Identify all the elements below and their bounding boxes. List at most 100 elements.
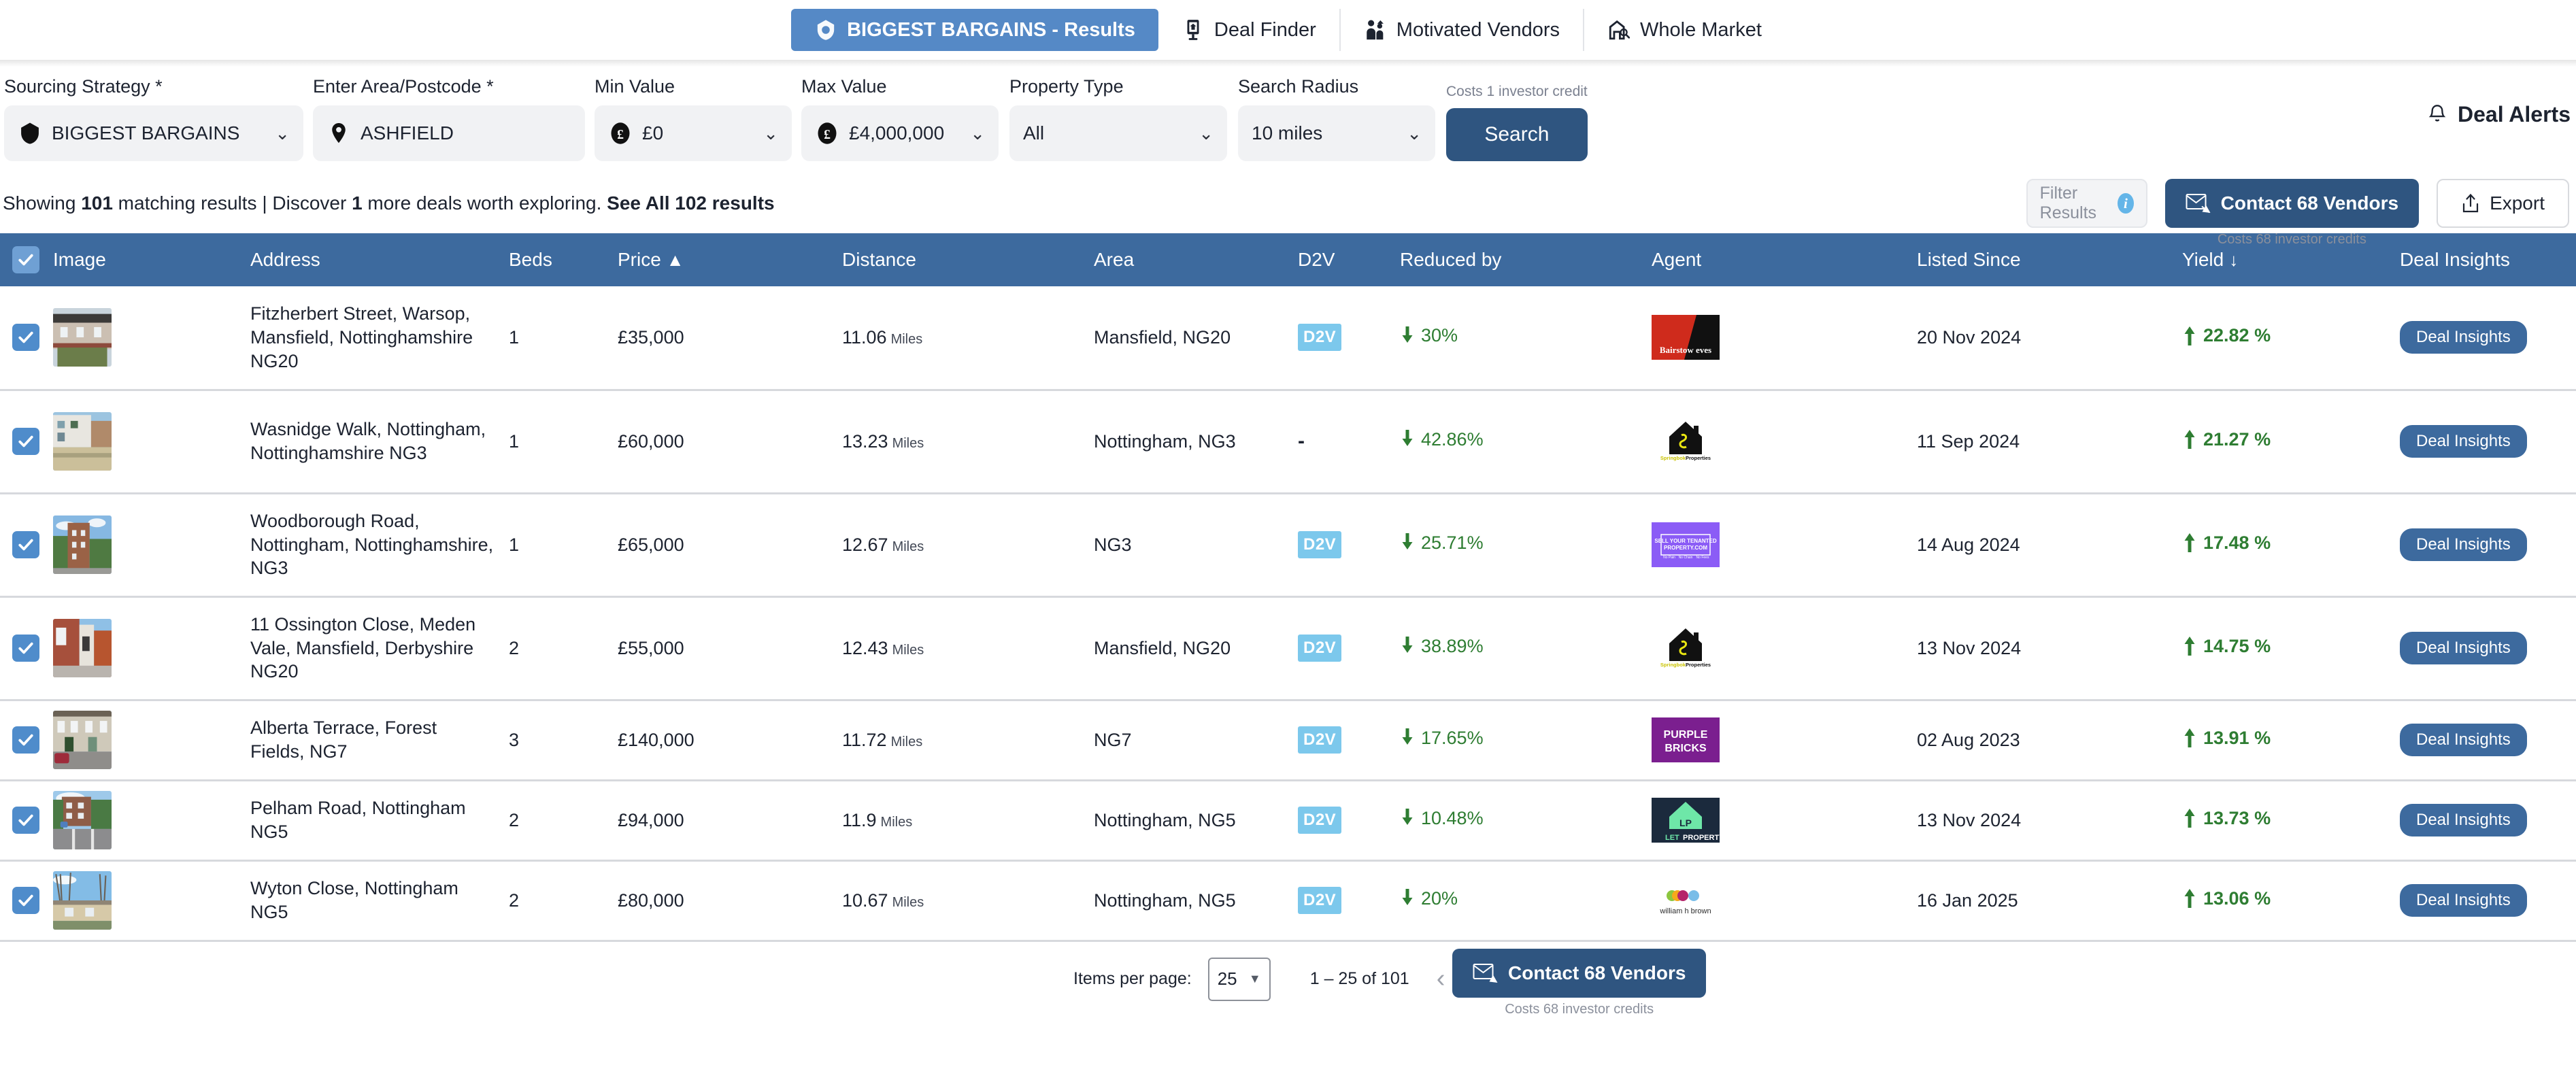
whole-market-icon — [1607, 18, 1630, 41]
row-d2v-cell: D2V — [1298, 700, 1400, 780]
filter-results-input[interactable]: Filter Results i — [2026, 179, 2147, 228]
area-postcode-field[interactable]: ASHFIELD — [313, 105, 585, 161]
row-select-cell[interactable] — [0, 596, 53, 700]
footer-contact-vendors-button[interactable]: Contact 68 Vendors — [1452, 948, 1707, 998]
property-thumbnail[interactable] — [53, 711, 112, 769]
row-select-cell[interactable] — [0, 700, 53, 780]
svg-text:No Chain: No Chain — [1679, 556, 1693, 560]
header-select-all[interactable] — [0, 233, 53, 286]
row-image-cell[interactable] — [53, 286, 250, 390]
tab-deal-finder[interactable]: Deal Finder — [1158, 9, 1341, 51]
table-row[interactable]: Wyton Close, Nottingham NG5 2 £80,000 10.67… — [0, 860, 2576, 941]
previous-page-button[interactable]: ‹ — [1426, 964, 1456, 994]
row-deal-insights-cell[interactable]: Deal Insights — [2400, 596, 2576, 700]
row-deal-insights-cell[interactable]: Deal Insights — [2400, 860, 2576, 941]
deal-alerts-button[interactable]: Deal Alerts — [2426, 102, 2571, 127]
filter-label: Enter Area/Postcode * — [313, 76, 494, 97]
table-row[interactable]: Woodborough Road, Nottingham, Nottingham… — [0, 493, 2576, 596]
select-all-checkbox[interactable] — [12, 246, 39, 273]
property-thumbnail[interactable] — [53, 871, 112, 930]
row-image-cell[interactable] — [53, 596, 250, 700]
header-area[interactable]: Area — [1094, 233, 1298, 286]
row-agent-cell: Bairstow eves — [1652, 286, 1917, 390]
property-thumbnail[interactable] — [53, 515, 112, 574]
arrow-up-icon — [2182, 637, 2197, 656]
header-beds[interactable]: Beds — [509, 233, 618, 286]
row-checkbox[interactable] — [12, 635, 39, 662]
chevron-down-icon: ⌄ — [970, 122, 985, 143]
row-deal-insights-cell[interactable]: Deal Insights — [2400, 780, 2576, 860]
max-value-select[interactable]: £ £4,000,000 ⌄ — [801, 105, 999, 161]
row-image-cell[interactable] — [53, 860, 250, 941]
row-d2v-cell: D2V — [1298, 780, 1400, 860]
search-radius-select[interactable]: 10 miles ⌄ — [1238, 105, 1435, 161]
row-checkbox[interactable] — [12, 726, 39, 754]
header-reduced-by[interactable]: Reduced by — [1400, 233, 1652, 286]
table-row[interactable]: Alberta Terrace, Forest Fields, NG7 3 £140… — [0, 700, 2576, 780]
search-button[interactable]: Search — [1446, 108, 1588, 161]
filter-label: Property Type — [1009, 76, 1124, 97]
row-checkbox[interactable] — [12, 807, 39, 834]
deal-insights-button[interactable]: Deal Insights — [2400, 724, 2527, 756]
header-image[interactable]: Image — [53, 233, 250, 286]
row-image-cell[interactable] — [53, 493, 250, 596]
items-per-page-select[interactable]: 25 ▼ — [1207, 957, 1271, 1001]
distance-value: 11.72 — [842, 729, 887, 750]
see-all-results-link[interactable]: See All 102 results — [607, 192, 774, 214]
row-image-cell[interactable] — [53, 780, 250, 860]
deal-insights-button[interactable]: Deal Insights — [2400, 884, 2527, 917]
property-type-select[interactable]: All ⌄ — [1009, 105, 1227, 161]
row-select-cell[interactable] — [0, 390, 53, 493]
tab-motivated-vendors[interactable]: Motivated Vendors — [1341, 9, 1584, 51]
sourcing-strategy-select[interactable]: BIGGEST BARGAINS ⌄ — [4, 105, 303, 161]
table-row[interactable]: Fitzherbert Street, Warsop, Mansfield, N… — [0, 286, 2576, 390]
table-row[interactable]: Wasnidge Walk, Nottingham, Nottinghamshi… — [0, 390, 2576, 493]
header-address[interactable]: Address — [250, 233, 509, 286]
svg-text:£: £ — [824, 128, 831, 142]
row-select-cell[interactable] — [0, 860, 53, 941]
row-deal-insights-cell[interactable]: Deal Insights — [2400, 700, 2576, 780]
row-select-cell[interactable] — [0, 493, 53, 596]
row-deal-insights-cell[interactable]: Deal Insights — [2400, 390, 2576, 493]
header-price[interactable]: Price ▲ — [618, 233, 842, 286]
row-deal-insights-cell[interactable]: Deal Insights — [2400, 286, 2576, 390]
deal-insights-button[interactable]: Deal Insights — [2400, 321, 2527, 354]
export-button[interactable]: Export — [2437, 179, 2569, 228]
row-select-cell[interactable] — [0, 780, 53, 860]
row-beds-cell: 1 — [509, 534, 520, 555]
reduced-by-value: 10.48% — [1400, 808, 1484, 829]
deal-insights-button[interactable]: Deal Insights — [2400, 632, 2527, 664]
header-d2v[interactable]: D2V — [1298, 233, 1400, 286]
header-distance[interactable]: Distance — [842, 233, 1094, 286]
deal-insights-button[interactable]: Deal Insights — [2400, 425, 2527, 458]
paginator: Items per page: 25 ▼ 1 – 25 of 101 ‹ › C… — [0, 941, 2576, 1017]
property-thumbnail[interactable] — [53, 412, 112, 471]
table-body: Fitzherbert Street, Warsop, Mansfield, N… — [0, 286, 2576, 941]
tab-whole-market[interactable]: Whole Market — [1584, 9, 1785, 51]
table-row[interactable]: Pelham Road, Nottingham NG5 2 £94,000 11.9 M… — [0, 780, 2576, 860]
property-thumbnail[interactable] — [53, 308, 112, 367]
items-per-page-label: Items per page: — [1073, 969, 1192, 988]
summary-mid: matching results | Discover — [112, 192, 352, 214]
row-checkbox[interactable] — [12, 428, 39, 455]
row-image-cell[interactable] — [53, 700, 250, 780]
row-image-cell[interactable] — [53, 390, 250, 493]
yield-value: 22.82 % — [2182, 325, 2271, 346]
info-icon[interactable]: i — [2118, 193, 2134, 214]
deal-insights-button[interactable]: Deal Insights — [2400, 528, 2527, 561]
filter-property-type: Property Type All ⌄ — [1009, 76, 1227, 161]
tab-biggest-bargains-results[interactable]: BIGGEST BARGAINS - Results — [791, 9, 1158, 51]
property-thumbnail[interactable] — [53, 619, 112, 677]
deal-insights-button[interactable]: Deal Insights — [2400, 804, 2527, 836]
header-agent[interactable]: Agent — [1652, 233, 1917, 286]
table-row[interactable]: 11 Ossington Close, Meden Vale, Mansfiel… — [0, 596, 2576, 700]
property-thumbnail[interactable] — [53, 791, 112, 849]
row-checkbox[interactable] — [12, 531, 39, 558]
row-select-cell[interactable] — [0, 286, 53, 390]
row-checkbox[interactable] — [12, 324, 39, 352]
contact-vendors-button[interactable]: Contact 68 Vendors — [2164, 179, 2420, 228]
row-listed-since-cell: 13 Nov 2024 — [1917, 637, 2022, 658]
min-value-select[interactable]: £ £0 ⌄ — [595, 105, 792, 161]
row-checkbox[interactable] — [12, 887, 39, 914]
row-deal-insights-cell[interactable]: Deal Insights — [2400, 493, 2576, 596]
